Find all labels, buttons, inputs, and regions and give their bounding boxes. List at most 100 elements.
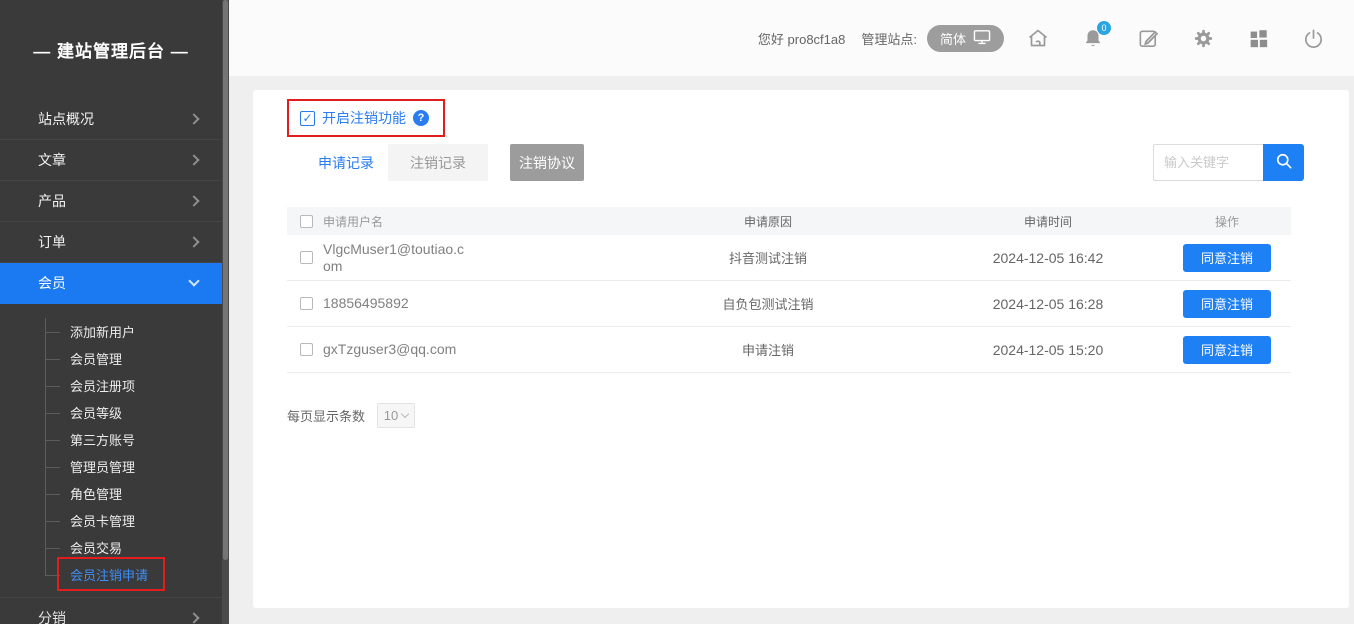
cell-time: 2024-12-05 15:20 bbox=[933, 342, 1163, 358]
approve-cancellation-button[interactable]: 同意注销 bbox=[1183, 290, 1271, 318]
sidebar-subitem-9[interactable]: 会员注销申请 bbox=[0, 561, 222, 588]
tab-cancellation-records[interactable]: 注销记录 bbox=[388, 144, 488, 181]
chevron-icon bbox=[188, 195, 199, 206]
gear-icon[interactable] bbox=[1191, 26, 1215, 50]
sidebar-subitem-5[interactable]: 管理员管理 bbox=[0, 453, 222, 480]
requests-table: 申请用户名 申请原因 申请时间 操作 VlgcMuser1@toutiao.co… bbox=[287, 207, 1291, 373]
content-area: ✓ 开启注销功能 ? 申请记录 注销记录 注销协议 bbox=[229, 76, 1354, 624]
sidebar-item-3[interactable]: 订单 bbox=[0, 222, 222, 263]
enable-cancellation-checkbox[interactable]: ✓ bbox=[300, 111, 315, 126]
topbar-icon-group: 0 bbox=[1026, 26, 1325, 50]
scrollbar-thumb[interactable] bbox=[223, 0, 228, 560]
sidebar: — 建站管理后台 — 站点概况 文章 产品 订单 会员 添加新用户 会员管理 会… bbox=[0, 0, 229, 624]
tree-dash bbox=[45, 521, 60, 522]
search-group bbox=[1153, 144, 1304, 181]
sidebar-subitem-label: 会员注册项 bbox=[70, 376, 135, 395]
sidebar-item-label: 产品 bbox=[38, 191, 190, 211]
table-header-row: 申请用户名 申请原因 申请时间 操作 bbox=[287, 207, 1291, 235]
page-size-select[interactable]: 10 bbox=[377, 403, 415, 428]
select-all-checkbox[interactable] bbox=[300, 215, 313, 228]
tree-dash bbox=[45, 413, 60, 414]
power-icon[interactable] bbox=[1301, 26, 1325, 50]
cell-time: 2024-12-05 16:28 bbox=[933, 296, 1163, 312]
tree-dash bbox=[45, 494, 60, 495]
sidebar-item-0[interactable]: 站点概况 bbox=[0, 99, 222, 140]
table-body: VlgcMuser1@toutiao.com 抖音测试注销 2024-12-05… bbox=[287, 235, 1291, 373]
cell-reason: 抖音测试注销 bbox=[603, 248, 933, 267]
sidebar-subitem-label: 角色管理 bbox=[70, 484, 122, 503]
row-checkbox[interactable] bbox=[300, 251, 313, 264]
approve-cancellation-button[interactable]: 同意注销 bbox=[1183, 244, 1271, 272]
managed-site-label: 管理站点: bbox=[861, 29, 917, 48]
tree-line bbox=[45, 520, 46, 548]
page-size-label: 每页显示条数 bbox=[287, 406, 365, 425]
tree-line bbox=[45, 318, 46, 332]
sidebar-scrollbar[interactable] bbox=[222, 0, 229, 624]
header-time: 申请时间 bbox=[933, 213, 1163, 230]
grid-apps-icon[interactable] bbox=[1246, 26, 1270, 50]
table-row: gxTzguser3@qq.com 申请注销 2024-12-05 15:20 … bbox=[287, 327, 1291, 373]
sidebar-item-label: 文章 bbox=[38, 150, 190, 170]
chevron-icon bbox=[188, 236, 199, 247]
enable-cancellation-label[interactable]: 开启注销功能 bbox=[322, 108, 406, 128]
header-username: 申请用户名 bbox=[323, 213, 603, 230]
help-icon[interactable]: ? bbox=[413, 110, 429, 126]
header-action: 操作 bbox=[1163, 213, 1291, 230]
home-icon[interactable] bbox=[1026, 26, 1050, 50]
sidebar-subitem-6[interactable]: 角色管理 bbox=[0, 480, 222, 507]
tree-dash bbox=[45, 575, 60, 576]
sidebar-nav: 站点概况 文章 产品 订单 会员 bbox=[0, 99, 222, 304]
sidebar-subitem-0[interactable]: 添加新用户 bbox=[0, 318, 222, 345]
row-checkbox[interactable] bbox=[300, 297, 313, 310]
cell-reason: 自负包测试注销 bbox=[603, 294, 933, 313]
sidebar-subitem-label: 会员交易 bbox=[70, 538, 122, 557]
sidebar-subitem-4[interactable]: 第三方账号 bbox=[0, 426, 222, 453]
sidebar-item-4[interactable]: 会员 bbox=[0, 263, 222, 304]
cell-time: 2024-12-05 16:42 bbox=[933, 250, 1163, 266]
language-site-pill[interactable]: 简体 bbox=[927, 25, 1004, 52]
chevron-right-icon bbox=[188, 612, 199, 623]
sidebar-item-label: 站点概况 bbox=[38, 109, 190, 129]
tab-application-records[interactable]: 申请记录 bbox=[304, 144, 388, 181]
sidebar-subitem-7[interactable]: 会员卡管理 bbox=[0, 507, 222, 534]
table-row: 18856495892 自负包测试注销 2024-12-05 16:28 同意注… bbox=[287, 281, 1291, 327]
sidebar-subitem-1[interactable]: 会员管理 bbox=[0, 345, 222, 372]
cell-username: gxTzguser3@qq.com bbox=[323, 341, 456, 358]
sidebar-subitem-8[interactable]: 会员交易 bbox=[0, 534, 222, 561]
tree-dash bbox=[45, 359, 60, 360]
tree-line bbox=[45, 439, 46, 467]
chevron-icon bbox=[188, 275, 199, 286]
tree-line bbox=[45, 331, 46, 359]
sidebar-item-label: 分销 bbox=[38, 608, 190, 624]
tab-cancellation-agreement[interactable]: 注销协议 bbox=[510, 144, 584, 181]
sidebar-subitem-2[interactable]: 会员注册项 bbox=[0, 372, 222, 399]
search-input[interactable] bbox=[1153, 144, 1263, 181]
topbar: 您好 pro8cf1a8 管理站点: 简体 0 bbox=[229, 0, 1354, 76]
sidebar-subitem-label: 第三方账号 bbox=[70, 430, 135, 449]
sidebar-subitem-3[interactable]: 会员等级 bbox=[0, 399, 222, 426]
tree-line bbox=[45, 466, 46, 494]
chevron-icon bbox=[188, 154, 199, 165]
approve-cancellation-button[interactable]: 同意注销 bbox=[1183, 336, 1271, 364]
sidebar-submenu: 添加新用户 会员管理 会员注册项 会员等级 第三方账号 管理员管理 角色管理 会… bbox=[0, 304, 222, 588]
sidebar-subitem-label: 管理员管理 bbox=[70, 457, 135, 476]
search-button[interactable] bbox=[1263, 144, 1304, 181]
cell-reason: 申请注销 bbox=[603, 340, 933, 359]
header-reason: 申请原因 bbox=[603, 213, 933, 230]
bell-icon[interactable]: 0 bbox=[1081, 26, 1105, 50]
cell-username: 18856495892 bbox=[323, 295, 409, 312]
tree-dash bbox=[45, 548, 60, 549]
row-checkbox[interactable] bbox=[300, 343, 313, 356]
sidebar-item-1[interactable]: 文章 bbox=[0, 140, 222, 181]
tree-line bbox=[45, 547, 46, 575]
cell-username: VlgcMuser1@toutiao.com bbox=[323, 241, 465, 275]
tree-dash bbox=[45, 467, 60, 468]
chevron-down-icon bbox=[401, 410, 409, 418]
chevron-icon bbox=[188, 113, 199, 124]
edit-icon[interactable] bbox=[1136, 26, 1160, 50]
sidebar-subitem-label: 会员注销申请 bbox=[70, 565, 148, 584]
sidebar-item-label: 会员 bbox=[38, 273, 190, 293]
sidebar-item-distribution[interactable]: 分销 bbox=[0, 597, 222, 624]
sidebar-item-2[interactable]: 产品 bbox=[0, 181, 222, 222]
pagination: 每页显示条数 10 bbox=[287, 403, 1304, 428]
